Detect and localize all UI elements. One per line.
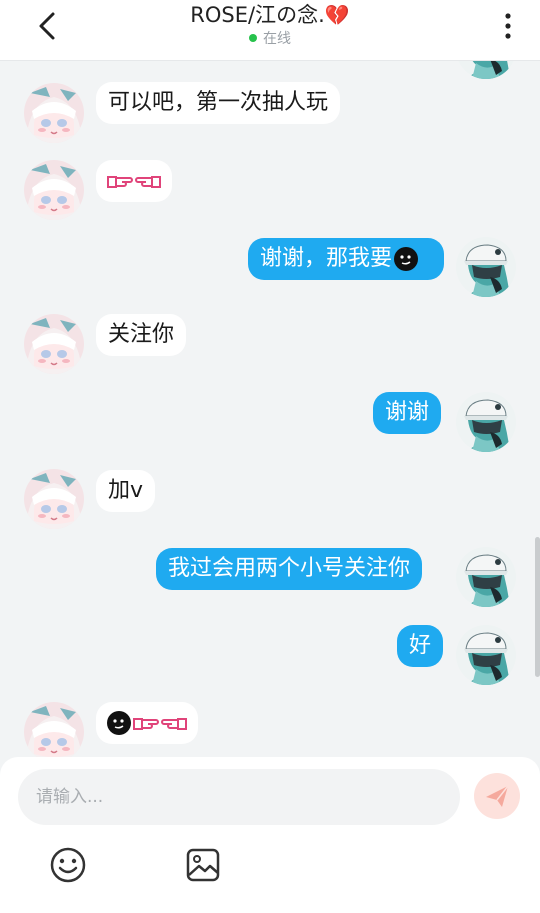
message-bubble-incoming[interactable]: 加v — [96, 470, 156, 512]
message-bubble-incoming[interactable]: 关注你 — [96, 314, 187, 356]
message-text: 谢谢 — [385, 400, 430, 425]
self-avatar[interactable] — [456, 61, 516, 79]
contact-name: ROSE/江の念.💔 — [140, 2, 400, 28]
broken-heart-emoji: 💔 — [324, 3, 350, 27]
self-avatar[interactable] — [456, 625, 516, 685]
message-text: 加v — [108, 478, 144, 503]
dark-face-emoji — [106, 710, 132, 736]
online-dot-icon — [249, 34, 257, 42]
more-vertical-icon — [505, 13, 511, 39]
self-avatar[interactable] — [456, 392, 516, 452]
dark-face-emoji — [393, 246, 419, 272]
self-avatar[interactable] — [456, 237, 516, 297]
chat-header: ROSE/江の念.💔 在线 — [0, 0, 540, 61]
self-avatar[interactable] — [456, 547, 516, 607]
contact-avatar[interactable] — [24, 469, 84, 529]
more-button[interactable] — [498, 10, 518, 42]
message-bubble-incoming[interactable]: 可以吧，第一次抽人玩 — [96, 82, 341, 124]
message-bubble-incoming[interactable] — [96, 702, 198, 744]
send-icon — [486, 785, 509, 807]
online-status: 在线 — [140, 29, 400, 49]
message-text: 关注你 — [108, 322, 175, 347]
point-left-emoji — [134, 171, 162, 191]
point-right-emoji — [132, 713, 160, 733]
point-right-emoji — [106, 171, 134, 191]
contact-avatar[interactable] — [24, 314, 84, 374]
contact-name-text: ROSE/江の念. — [190, 3, 325, 27]
message-text: 我过会用两个小号关注你 — [168, 556, 411, 581]
point-left-emoji — [160, 713, 188, 733]
message-list[interactable]: 可以吧，第一次抽人玩 谢谢，那我要 关注你 谢谢 加v 我过会用两个小号关注你 … — [0, 61, 540, 757]
message-bubble-outgoing[interactable]: 谢谢 — [373, 392, 442, 434]
chevron-left-icon — [39, 12, 55, 40]
smiley-icon — [50, 847, 86, 883]
scrollbar-thumb[interactable] — [535, 537, 540, 677]
message-input[interactable] — [18, 769, 460, 825]
online-status-text: 在线 — [263, 31, 291, 47]
message-bubble-outgoing[interactable]: 谢谢，那我要 — [248, 238, 444, 280]
message-text: 好 — [409, 633, 432, 658]
emoji-button[interactable] — [48, 845, 88, 885]
message-bubble-outgoing[interactable]: 好 — [397, 625, 444, 667]
message-text: 可以吧，第一次抽人玩 — [108, 90, 329, 115]
message-bubble-outgoing[interactable]: 我过会用两个小号关注你 — [156, 548, 423, 590]
message-composer — [0, 757, 540, 913]
message-bubble-incoming[interactable] — [96, 160, 172, 202]
image-icon — [186, 848, 220, 882]
send-button[interactable] — [474, 773, 520, 819]
contact-avatar[interactable] — [24, 160, 84, 220]
contact-avatar[interactable] — [24, 83, 84, 143]
chat-title-block: ROSE/江の念.💔 在线 — [140, 2, 400, 49]
contact-avatar[interactable] — [24, 702, 84, 757]
message-text: 谢谢，那我要 — [260, 246, 393, 271]
image-button[interactable] — [183, 845, 223, 885]
back-button[interactable] — [32, 8, 64, 44]
